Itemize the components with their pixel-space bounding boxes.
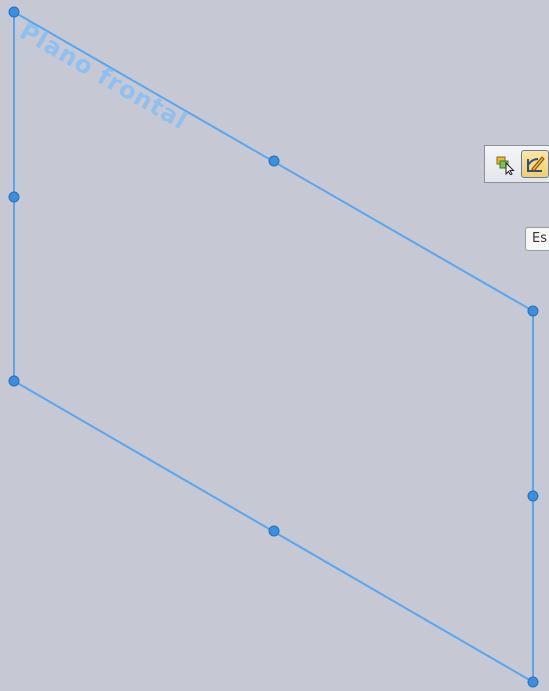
plane-handle-top-right[interactable] [527, 305, 539, 317]
context-toolbar [484, 145, 549, 183]
sketch-button[interactable] [521, 150, 549, 178]
plane-handle-right-mid[interactable] [527, 490, 539, 502]
select-other-icon [496, 156, 515, 175]
plane-handle-left-mid[interactable] [8, 191, 20, 203]
plane-handle-top-left[interactable] [8, 6, 20, 18]
plane-handle-bottom-right[interactable] [527, 676, 539, 688]
plane-name-label: Plano frontal [15, 17, 192, 136]
plane-outline[interactable] [13, 10, 534, 684]
front-plane[interactable]: Plano frontal [0, 0, 549, 691]
graphics-area[interactable]: Plano frontal Es [0, 0, 549, 691]
select-other-button[interactable] [491, 150, 519, 178]
plane-handle-top-mid[interactable] [268, 155, 280, 167]
plane-handle-bottom-mid[interactable] [268, 525, 280, 537]
sketch-icon [527, 156, 545, 172]
plane-handle-bottom-left[interactable] [8, 375, 20, 387]
tooltip: Es [525, 227, 549, 251]
